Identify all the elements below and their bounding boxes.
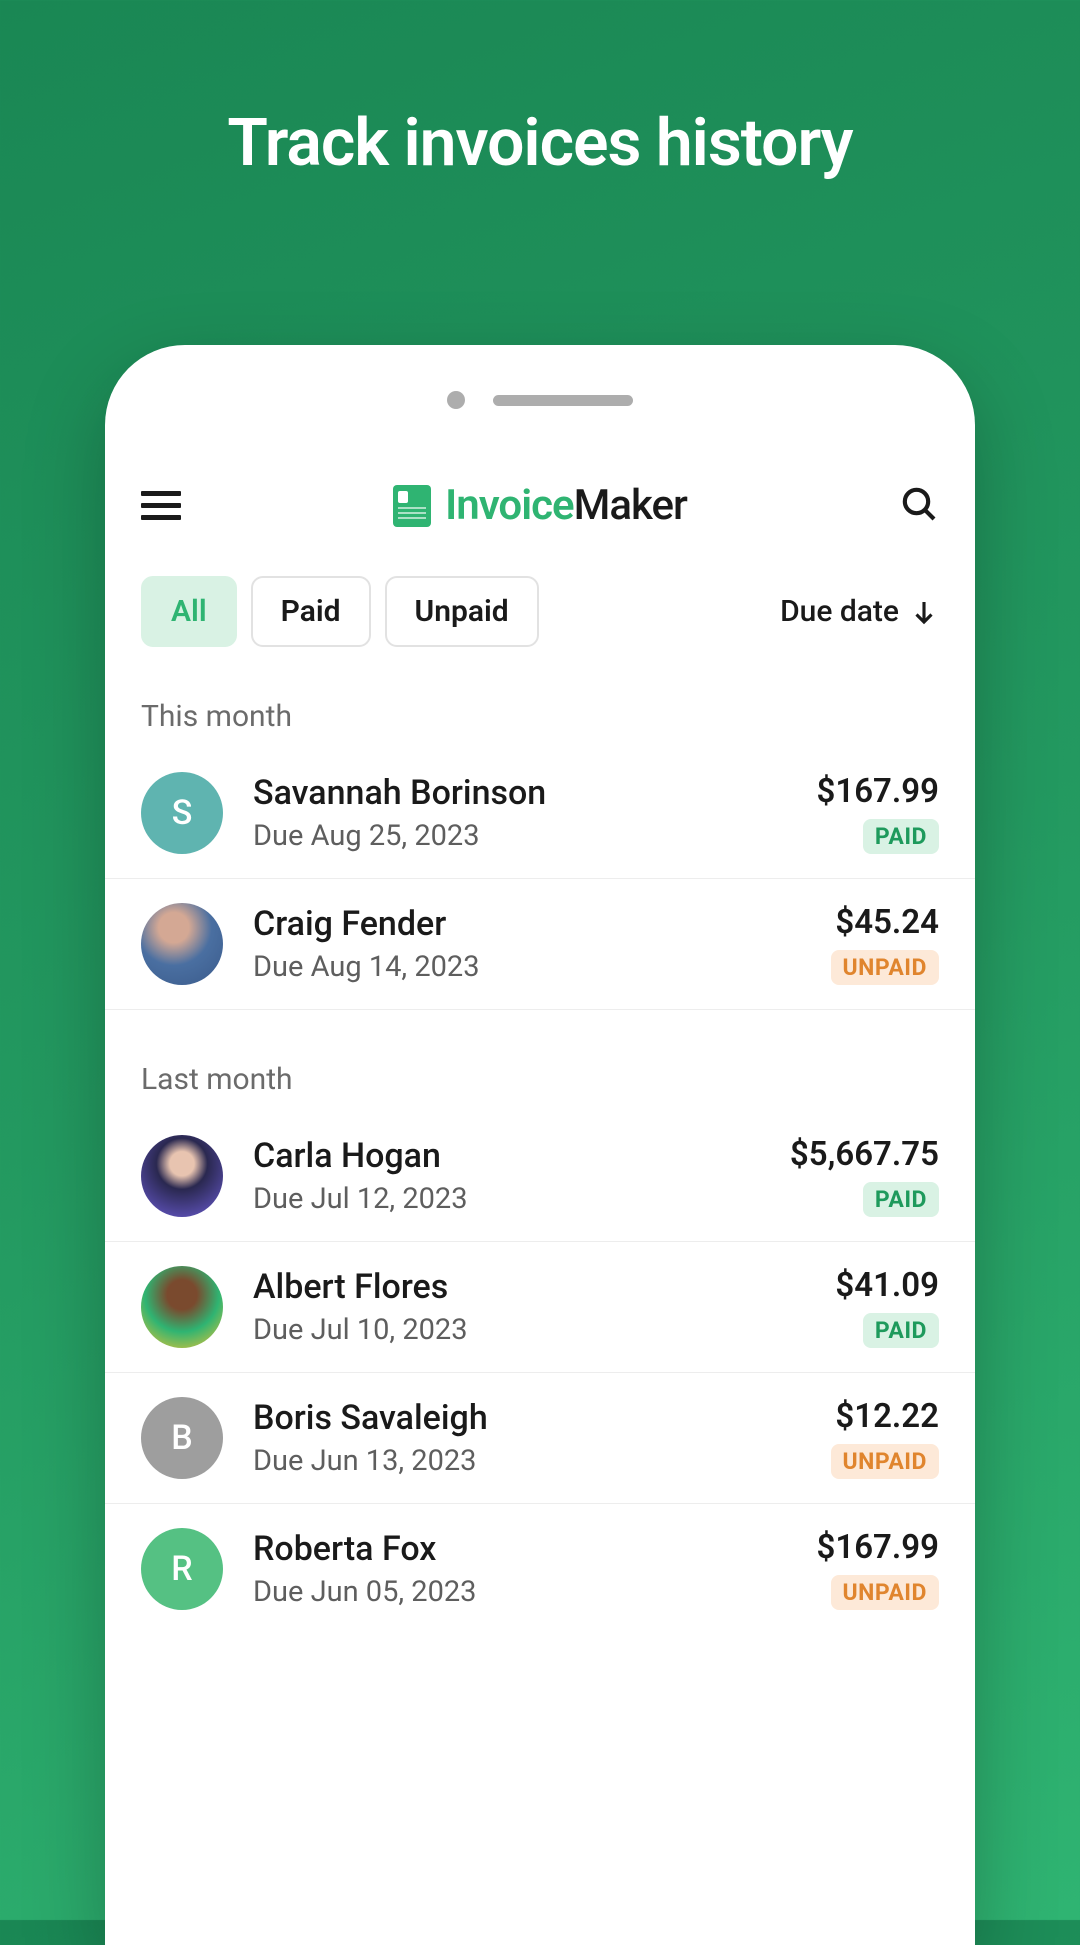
app-title-wrap: InvoiceMaker	[393, 481, 687, 530]
invoice-row[interactable]: Craig Fender Due Aug 14, 2023$45.24 UNPAID	[105, 879, 975, 1010]
invoice-due: Due Jun 05, 2023	[253, 1575, 817, 1609]
row-main: Craig Fender Due Aug 14, 2023	[223, 904, 831, 984]
invoice-due: Due Aug 25, 2023	[253, 819, 817, 853]
status-badge: PAID	[863, 1313, 939, 1348]
app-title-part2: Maker	[574, 481, 687, 530]
avatar: R	[141, 1528, 223, 1610]
app-logo-icon	[393, 485, 431, 527]
invoice-row[interactable]: S Savannah Borinson Due Aug 25, 2023$167.9…	[105, 748, 975, 879]
row-main: Savannah Borinson Due Aug 25, 2023	[223, 773, 817, 853]
row-right: $167.99 UNPAID	[817, 1528, 940, 1610]
invoice-list: This month S Savannah Borinson Due Aug 25, …	[105, 647, 975, 1634]
hero-title: Track invoices history	[0, 0, 1080, 182]
filters-row: AllPaidUnpaid Due date	[105, 530, 975, 647]
search-icon[interactable]	[899, 484, 939, 528]
avatar	[141, 1135, 223, 1217]
invoice-due: Due Jul 10, 2023	[253, 1313, 835, 1347]
filter-chip-unpaid[interactable]: Unpaid	[385, 576, 539, 647]
invoice-due: Due Aug 14, 2023	[253, 950, 831, 984]
status-badge: PAID	[863, 819, 939, 854]
invoice-name: Craig Fender	[253, 904, 831, 944]
status-badge: UNPAID	[831, 1444, 940, 1479]
invoice-row[interactable]: Carla Hogan Due Jul 12, 2023$5,667.75 PAID	[105, 1111, 975, 1242]
avatar: S	[141, 772, 223, 854]
invoice-name: Boris Savaleigh	[253, 1398, 831, 1438]
section-label: Last month	[105, 1010, 975, 1111]
sort-label: Due date	[780, 594, 899, 629]
app-title: InvoiceMaker	[445, 481, 687, 530]
row-right: $12.22 UNPAID	[831, 1397, 940, 1479]
phone-frame: InvoiceMaker AllPaidUnpaid Due date This…	[105, 345, 975, 1945]
invoice-name: Albert Flores	[253, 1267, 835, 1307]
invoice-name: Savannah Borinson	[253, 773, 817, 813]
invoice-due: Due Jun 13, 2023	[253, 1444, 831, 1478]
filter-chips: AllPaidUnpaid	[141, 576, 539, 647]
status-badge: UNPAID	[831, 1575, 940, 1610]
app-header: InvoiceMaker	[105, 409, 975, 530]
invoice-amount: $45.24	[831, 903, 940, 942]
notch-camera	[447, 391, 465, 409]
invoice-name: Roberta Fox	[253, 1529, 817, 1569]
row-main: Carla Hogan Due Jul 12, 2023	[223, 1136, 790, 1216]
status-badge: PAID	[863, 1182, 939, 1217]
phone-notch	[105, 345, 975, 409]
row-main: Albert Flores Due Jul 10, 2023	[223, 1267, 835, 1347]
invoice-row[interactable]: B Boris Savaleigh Due Jun 13, 2023$12.22 UN…	[105, 1373, 975, 1504]
section-label: This month	[105, 647, 975, 748]
menu-icon[interactable]	[141, 491, 181, 520]
row-right: $45.24 UNPAID	[831, 903, 940, 985]
row-right: $167.99 PAID	[817, 772, 940, 854]
filter-chip-paid[interactable]: Paid	[251, 576, 371, 647]
status-badge: UNPAID	[831, 950, 940, 985]
invoice-row[interactable]: R Roberta Fox Due Jun 05, 2023$167.99 UNPAI…	[105, 1504, 975, 1634]
invoice-amount: $41.09	[835, 1266, 939, 1305]
app-title-part1: Invoice	[445, 481, 573, 530]
avatar	[141, 903, 223, 985]
arrow-down-icon	[909, 597, 939, 627]
row-main: Roberta Fox Due Jun 05, 2023	[223, 1529, 817, 1609]
invoice-amount: $167.99	[817, 1528, 940, 1567]
invoice-amount: $167.99	[817, 772, 940, 811]
avatar: B	[141, 1397, 223, 1479]
row-main: Boris Savaleigh Due Jun 13, 2023	[223, 1398, 831, 1478]
sort-button[interactable]: Due date	[780, 594, 939, 629]
avatar	[141, 1266, 223, 1348]
invoice-amount: $5,667.75	[790, 1135, 939, 1174]
invoice-amount: $12.22	[831, 1397, 940, 1436]
invoice-row[interactable]: Albert Flores Due Jul 10, 2023$41.09 PAID	[105, 1242, 975, 1373]
invoice-due: Due Jul 12, 2023	[253, 1182, 790, 1216]
notch-speaker	[493, 395, 633, 406]
row-right: $5,667.75 PAID	[790, 1135, 939, 1217]
filter-chip-all[interactable]: All	[141, 576, 237, 647]
row-right: $41.09 PAID	[835, 1266, 939, 1348]
invoice-name: Carla Hogan	[253, 1136, 790, 1176]
